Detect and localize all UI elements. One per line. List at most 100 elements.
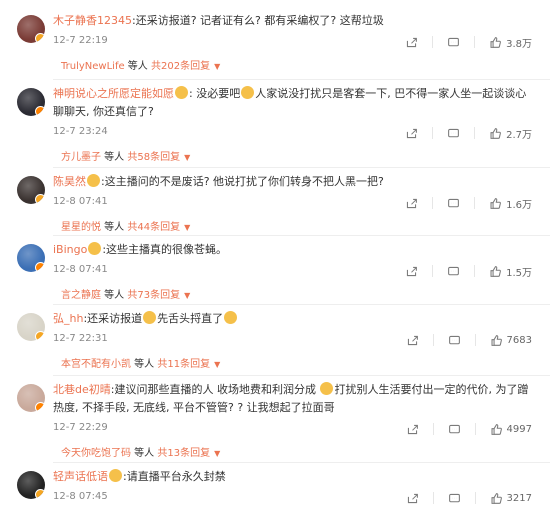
reply-mid: 等人 bbox=[101, 222, 128, 233]
share-icon[interactable] bbox=[406, 334, 419, 347]
comment-time: 12-8 07:41 bbox=[53, 196, 108, 207]
reply-bar[interactable]: 方儿墨子 等人 共58条回复 ▼ bbox=[53, 148, 532, 168]
avatar[interactable] bbox=[17, 88, 45, 116]
comment-body: 神明说心之所愿定能如愿: 没必要吧 人家说没打扰只是客套一下, 巴不得一家人坐一起… bbox=[53, 85, 532, 168]
avatar[interactable] bbox=[17, 244, 45, 272]
comment-icon[interactable] bbox=[448, 334, 461, 347]
reply-mid: 等人 bbox=[101, 290, 128, 301]
comment-time: 12-7 22:19 bbox=[53, 35, 108, 46]
emoji-icon bbox=[241, 86, 255, 99]
chevron-down-icon: ▼ bbox=[214, 360, 221, 369]
comment-icon[interactable] bbox=[448, 423, 461, 436]
comment-username[interactable]: iBingo bbox=[53, 243, 87, 256]
comment-icon[interactable] bbox=[448, 492, 461, 505]
comment-content: :建议问那些直播的人 收场地费和利润分成 bbox=[110, 383, 320, 396]
comment-time: 12-8 07:45 bbox=[53, 491, 108, 502]
divider bbox=[432, 423, 434, 435]
comment-actions: 1.6万 bbox=[391, 193, 532, 213]
comment-username[interactable]: 北巷de初晴 bbox=[53, 383, 111, 396]
separator bbox=[53, 304, 550, 305]
divider bbox=[474, 265, 476, 277]
comment-content: 先舌头捋直了 bbox=[157, 312, 224, 325]
like-count: 2.7万 bbox=[506, 129, 532, 141]
reply-username[interactable]: TrulyNewLife bbox=[61, 61, 125, 72]
verified-badge-icon bbox=[35, 402, 45, 412]
separator bbox=[53, 79, 550, 80]
divider bbox=[432, 197, 434, 209]
comment-icon[interactable] bbox=[447, 265, 460, 278]
reply-username[interactable]: 今天你吃饱了码 bbox=[61, 448, 131, 459]
reply-username[interactable]: 言之静庭 bbox=[61, 290, 101, 301]
divider bbox=[474, 197, 476, 209]
reply-count[interactable]: 共73条回复 bbox=[127, 290, 180, 301]
reply-username[interactable]: 星星的悦 bbox=[61, 222, 101, 233]
reply-username[interactable]: 方儿墨子 bbox=[61, 152, 101, 163]
like-icon[interactable]: 1.6万 bbox=[489, 196, 532, 211]
separator bbox=[53, 375, 550, 376]
comment-text: 陈昊然:这主播问的不是废话? 他说打扰了你们转身不把人黑一把? bbox=[53, 173, 532, 191]
comment-icon[interactable] bbox=[447, 36, 460, 49]
comment-content: :还采访报道 bbox=[83, 312, 143, 325]
comment-username[interactable]: 陈昊然 bbox=[53, 175, 86, 188]
separator bbox=[53, 167, 550, 168]
verified-badge-icon bbox=[35, 194, 45, 204]
divider bbox=[474, 36, 476, 48]
divider bbox=[474, 127, 476, 139]
share-icon[interactable] bbox=[405, 127, 418, 140]
like-icon[interactable]: 4997 bbox=[490, 423, 532, 436]
comment-text: 木子静香12345:还采访报道? 记者证有么? 都有采编权了? 这帮垃圾 bbox=[53, 12, 532, 30]
reply-count[interactable]: 共44条回复 bbox=[127, 222, 180, 233]
like-icon[interactable]: 3.8万 bbox=[489, 35, 532, 50]
comment-username[interactable]: 轻声话低语 bbox=[53, 470, 108, 483]
comment-actions: 7683 bbox=[392, 330, 532, 350]
reply-username[interactable]: 本宫不配有小凯 bbox=[61, 359, 131, 370]
comment-text: iBingo:这些主播真的很像苍蝇。 bbox=[53, 241, 532, 259]
comment-meta: 12-7 22:29 4997 bbox=[53, 419, 532, 439]
comment-username[interactable]: 神明说心之所愿定能如愿 bbox=[53, 87, 174, 100]
share-icon[interactable] bbox=[406, 423, 419, 436]
like-icon[interactable]: 3217 bbox=[490, 492, 532, 505]
verified-badge-icon bbox=[35, 489, 45, 499]
divider bbox=[432, 334, 434, 346]
share-icon[interactable] bbox=[405, 36, 418, 49]
like-count: 1.6万 bbox=[506, 199, 532, 211]
comment-body: 木子静香12345:还采访报道? 记者证有么? 都有采编权了? 这帮垃圾 12-7… bbox=[53, 12, 532, 77]
comment-time: 12-8 07:41 bbox=[53, 264, 108, 275]
reply-bar[interactable]: TrulyNewLife 等人 共202条回复 ▼ bbox=[53, 57, 532, 77]
reply-bar[interactable]: 言之静庭 等人 共73条回复 ▼ bbox=[53, 286, 532, 306]
avatar[interactable] bbox=[17, 15, 45, 43]
comment-icon[interactable] bbox=[447, 197, 460, 210]
comment-meta: 12-8 07:41 1.6万 bbox=[53, 193, 532, 213]
like-count: 3.8万 bbox=[506, 38, 532, 50]
comment-actions: 3217 bbox=[392, 488, 532, 508]
emoji-icon bbox=[88, 242, 102, 255]
like-icon[interactable]: 7683 bbox=[490, 334, 532, 347]
share-icon[interactable] bbox=[405, 197, 418, 210]
comment-time: 12-7 22:29 bbox=[53, 422, 108, 433]
reply-bar[interactable]: 今天你吃饱了码 等人 共13条回复 ▼ bbox=[53, 444, 532, 464]
avatar[interactable] bbox=[17, 384, 45, 412]
like-icon[interactable]: 1.5万 bbox=[489, 264, 532, 279]
reply-count[interactable]: 共13条回复 bbox=[157, 448, 210, 459]
like-icon[interactable]: 2.7万 bbox=[489, 126, 532, 141]
comment-time: 12-7 22:31 bbox=[53, 333, 108, 344]
reply-bar[interactable]: 本宫不配有小凯 等人 共11条回复 ▼ bbox=[53, 355, 532, 375]
avatar[interactable] bbox=[17, 471, 45, 499]
comment-username[interactable]: 木子静香12345 bbox=[53, 14, 132, 27]
comment-body: 弘_hh:还采访报道 先舌头捋直了 12-7 22:31 7683 本宫不配有小凯 等人… bbox=[53, 310, 532, 375]
reply-count[interactable]: 共11条回复 bbox=[157, 359, 210, 370]
comment-actions: 2.7万 bbox=[391, 123, 532, 143]
avatar[interactable] bbox=[17, 313, 45, 341]
avatar[interactable] bbox=[17, 176, 45, 204]
share-icon[interactable] bbox=[405, 265, 418, 278]
share-icon[interactable] bbox=[406, 492, 419, 505]
comment-icon[interactable] bbox=[447, 127, 460, 140]
emoji-icon bbox=[143, 311, 157, 324]
reply-count[interactable]: 共58条回复 bbox=[127, 152, 180, 163]
comment-username[interactable]: 弘_hh bbox=[53, 312, 83, 325]
emoji-icon bbox=[320, 382, 334, 395]
separator bbox=[53, 235, 550, 236]
reply-count[interactable]: 共202条回复 bbox=[151, 61, 210, 72]
comment-body: iBingo:这些主播真的很像苍蝇。 12-8 07:41 1.5万言之静庭 等人 … bbox=[53, 241, 532, 306]
comment-meta: 12-8 07:45 3217 bbox=[53, 488, 532, 508]
